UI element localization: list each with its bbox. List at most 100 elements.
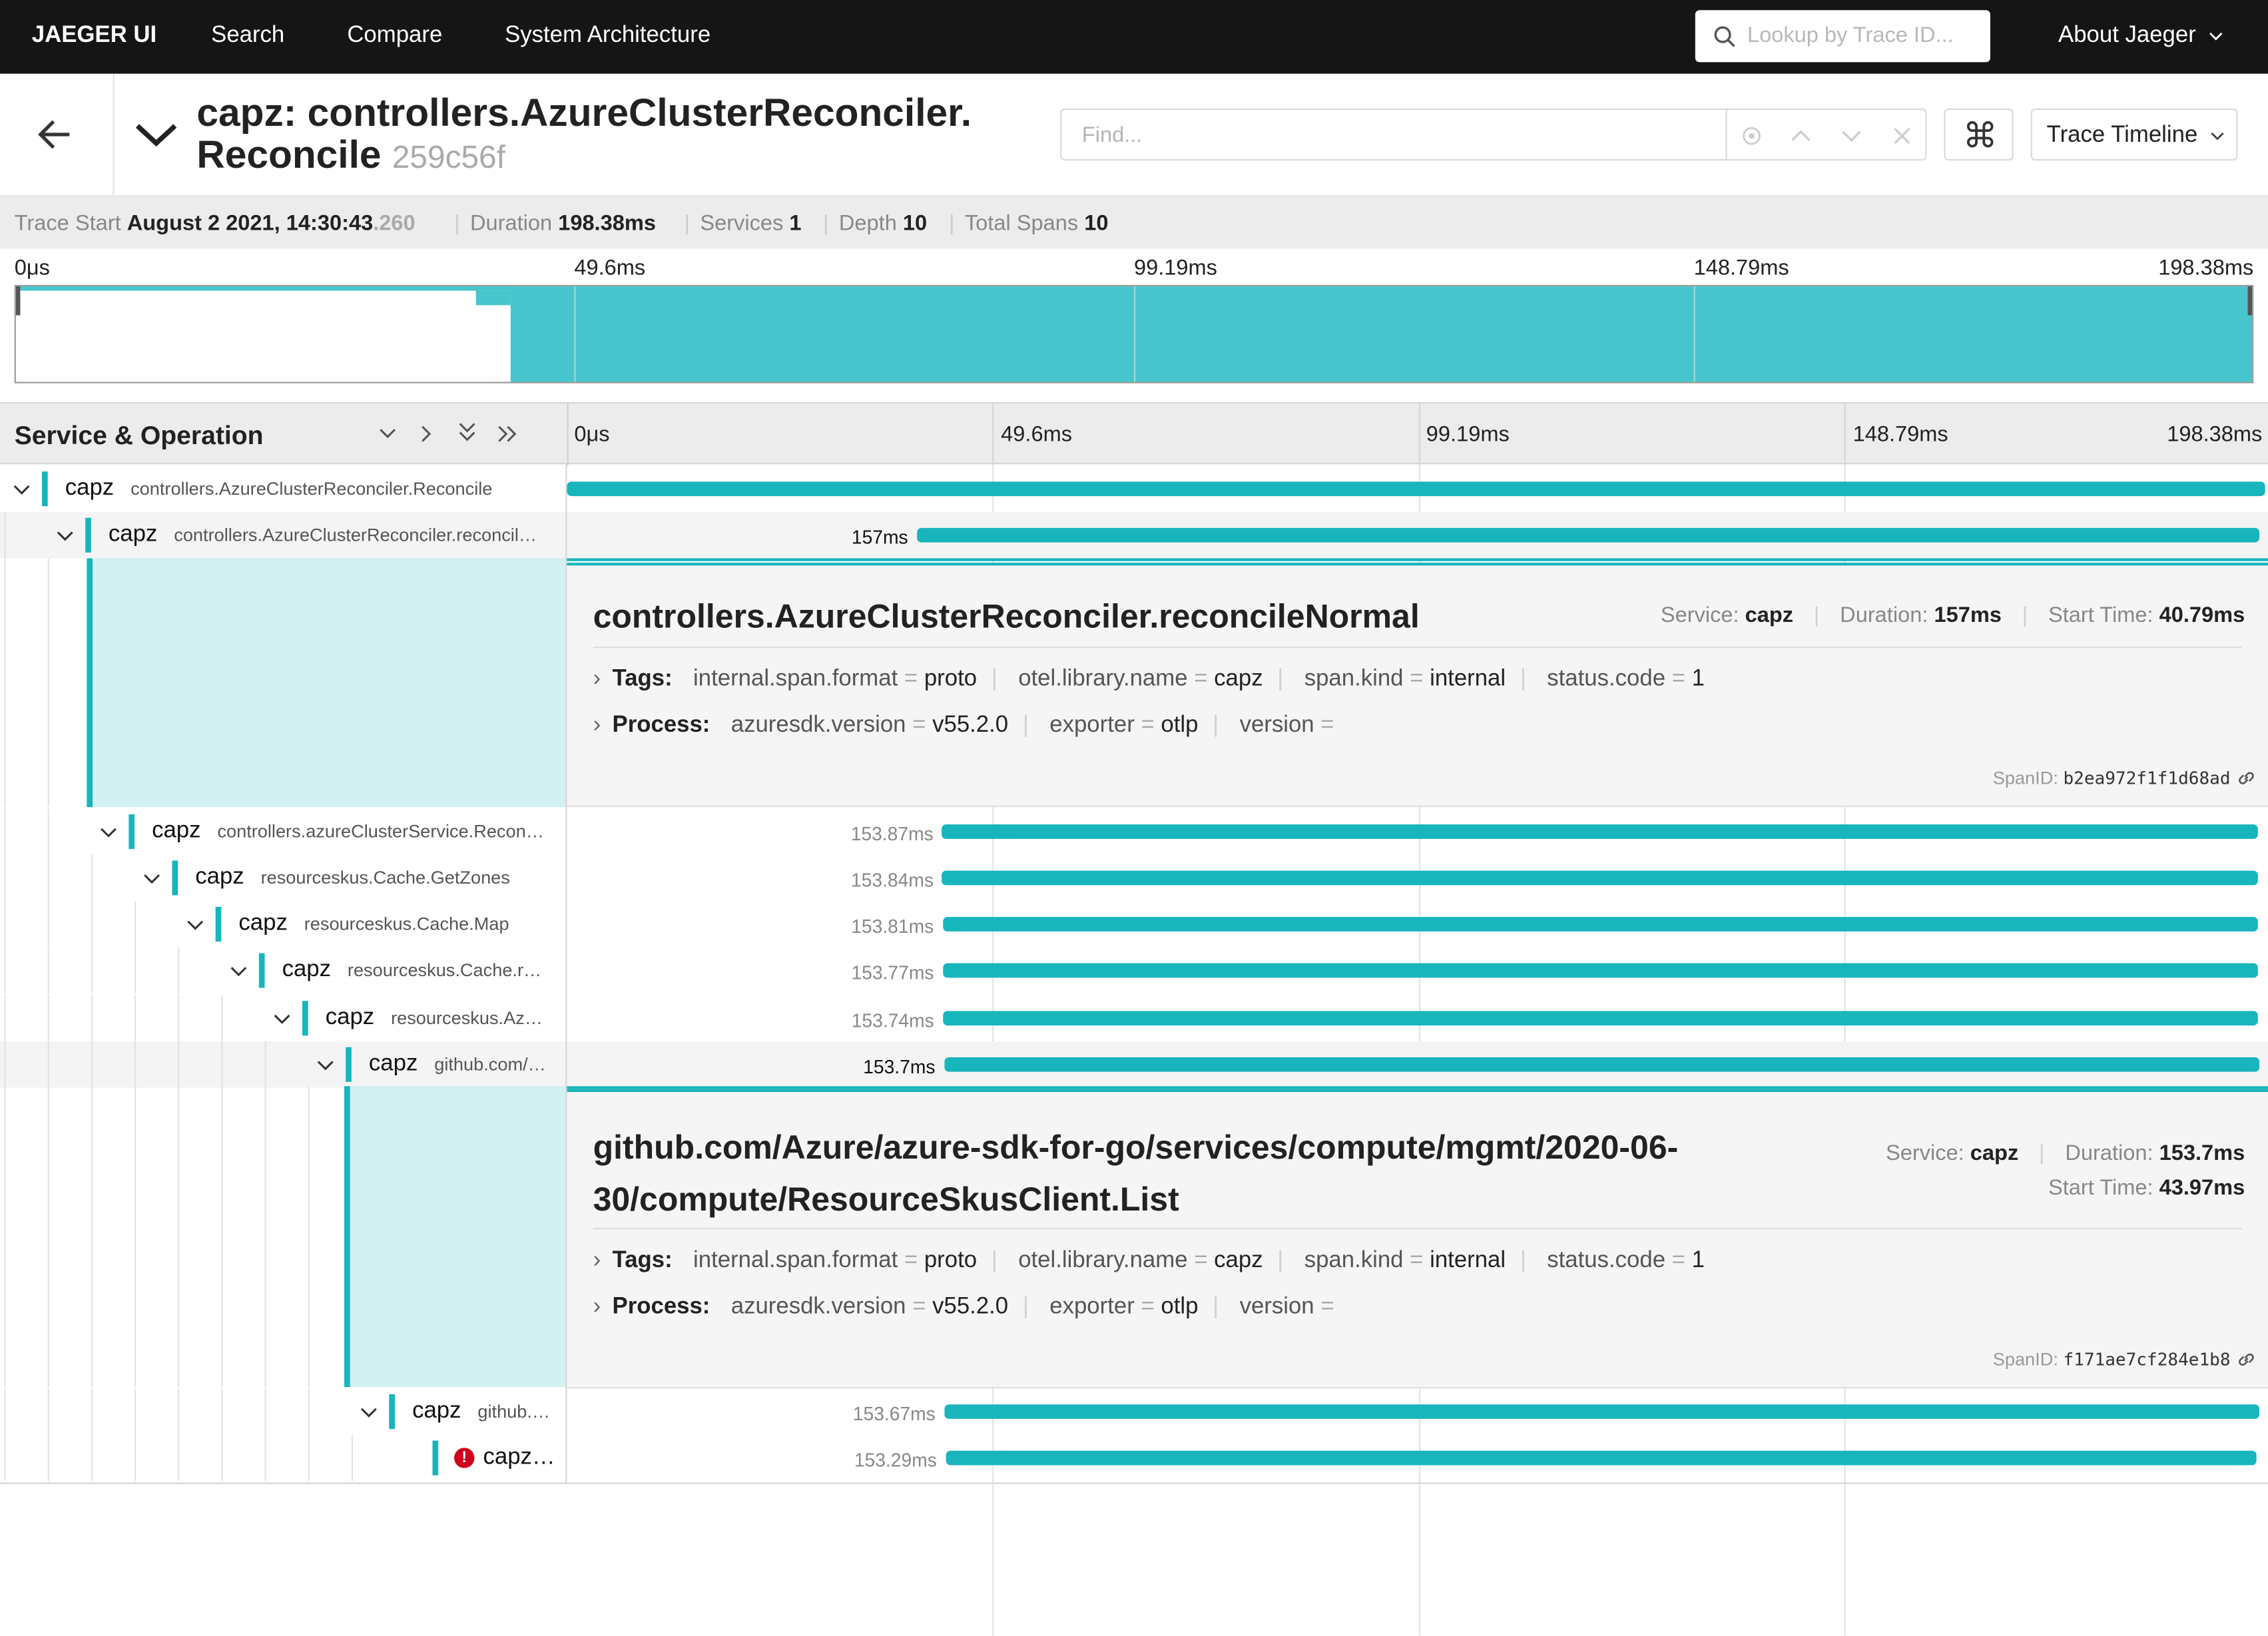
span-service: capz bbox=[152, 818, 201, 844]
collapse-span-chevron-icon[interactable] bbox=[100, 826, 117, 840]
span-row[interactable]: capz github.com/… 153.7ms bbox=[0, 1041, 2268, 1088]
collapse-span-chevron-icon[interactable] bbox=[13, 483, 31, 498]
link-icon[interactable] bbox=[2236, 768, 2256, 788]
span-bar[interactable] bbox=[916, 527, 2260, 543]
process-value: v55.2.0 bbox=[932, 712, 1009, 738]
span-service: capz bbox=[108, 522, 158, 547]
detail-start-value: 43.97ms bbox=[2159, 1175, 2245, 1201]
tree-guide-line bbox=[178, 947, 180, 994]
process-key: exporter bbox=[1049, 1294, 1135, 1320]
span-bar[interactable] bbox=[942, 963, 2259, 978]
span-bar[interactable] bbox=[942, 824, 2259, 839]
link-icon[interactable] bbox=[2236, 1350, 2256, 1370]
tree-guide-line bbox=[47, 1086, 49, 1388]
tree-guide-line bbox=[47, 854, 49, 902]
span-service: capz bbox=[412, 1398, 461, 1424]
collapse-span-chevron-icon[interactable] bbox=[274, 1013, 291, 1027]
collapse-span-chevron-icon[interactable] bbox=[57, 529, 74, 544]
span-bar[interactable] bbox=[944, 1057, 2259, 1072]
collapse-span-chevron-icon[interactable] bbox=[317, 1059, 334, 1073]
span-duration-label: 153.74ms bbox=[851, 1009, 934, 1031]
tree-guide-line bbox=[91, 1041, 93, 1088]
span-bar[interactable] bbox=[942, 870, 2259, 886]
overview-divider: | bbox=[2039, 1141, 2045, 1166]
span-detail-operation: github.com/Azure/azure-sdk-for-go/servic… bbox=[593, 1121, 1679, 1225]
span-duration-label: 153.67ms bbox=[852, 1403, 936, 1425]
tree-guide-line bbox=[4, 947, 6, 994]
span-name[interactable]: capz controllers.azureClusterService.Rec… bbox=[152, 818, 561, 844]
detail-start-label: Start Time: bbox=[2048, 1175, 2153, 1201]
span-detail-overview: Service: capz | Duration: 153.7ms bbox=[1886, 1141, 2245, 1166]
detail-top-border bbox=[567, 1089, 2268, 1093]
tree-guide-line bbox=[91, 1086, 93, 1388]
span-service: capz… bbox=[483, 1445, 555, 1470]
span-detail-indent bbox=[87, 558, 567, 808]
process-label: Process: bbox=[612, 712, 710, 738]
span-id: SpanID: f171ae7cf284e1b8 bbox=[1993, 1350, 2231, 1370]
detail-service-label: Service: bbox=[1660, 603, 1739, 628]
tree-guide-line bbox=[4, 511, 6, 559]
span-service: capz bbox=[65, 475, 115, 501]
detail-duration-value: 153.7ms bbox=[2159, 1141, 2245, 1166]
process-label: Process: bbox=[612, 1294, 710, 1320]
span-name[interactable]: capz resourceskus.Cache.Map bbox=[238, 911, 561, 937]
span-row[interactable]: capz resourceskus.Cache.Map 153.81ms bbox=[0, 901, 2268, 948]
span-name[interactable]: capz resourceskus.Az… bbox=[326, 1005, 561, 1031]
detail-service-value: capz bbox=[1745, 603, 1794, 628]
span-row[interactable]: ! capz… 153.29ms bbox=[0, 1434, 2268, 1482]
span-name[interactable]: capz resourceskus.Cache.r… bbox=[282, 957, 561, 983]
tree-guide-line bbox=[221, 1041, 223, 1088]
span-name[interactable]: capz… bbox=[483, 1445, 561, 1471]
service-color-stripe bbox=[172, 860, 178, 896]
tag-key: internal.span.format bbox=[693, 667, 898, 692]
tree-guide-line bbox=[47, 1434, 49, 1482]
span-duration-label: 153.87ms bbox=[850, 822, 934, 845]
span-bar[interactable] bbox=[942, 1011, 2259, 1026]
span-name[interactable]: capz github.com/… bbox=[369, 1051, 561, 1077]
span-row[interactable]: capz controllers.AzureClusterReconciler.… bbox=[0, 465, 2268, 512]
span-row[interactable]: capz github.… 153.67ms bbox=[0, 1388, 2268, 1435]
tree-guide-line bbox=[4, 1041, 6, 1088]
tree-guide-line bbox=[47, 1041, 49, 1088]
selected-span-underline bbox=[567, 558, 2268, 561]
tree-guide-line bbox=[221, 1434, 223, 1482]
span-bar[interactable] bbox=[944, 1404, 2259, 1419]
collapse-span-chevron-icon[interactable] bbox=[143, 872, 160, 887]
span-bar[interactable] bbox=[945, 1450, 2257, 1466]
service-color-stripe bbox=[302, 1001, 308, 1036]
span-row[interactable]: capz resourceskus.Cache.r… 153.77ms bbox=[0, 947, 2268, 994]
span-name[interactable]: capz resourceskus.Cache.GetZones bbox=[195, 865, 561, 891]
chevron-right-icon: › bbox=[593, 1294, 601, 1320]
tree-guide-line bbox=[135, 995, 137, 1041]
span-row[interactable]: capz controllers.AzureClusterReconciler.… bbox=[0, 511, 2268, 559]
tree-guide-line bbox=[135, 1086, 137, 1388]
collapse-span-chevron-icon[interactable] bbox=[230, 965, 247, 979]
span-row[interactable]: capz resourceskus.Az… 153.74ms bbox=[0, 995, 2268, 1041]
span-name[interactable]: capz controllers.AzureClusterReconciler.… bbox=[65, 476, 561, 502]
name-column-divider bbox=[565, 464, 567, 1483]
span-name[interactable]: capz github.… bbox=[412, 1399, 561, 1425]
collapse-span-chevron-icon[interactable] bbox=[186, 918, 204, 933]
detail-duration-label: Duration: bbox=[2065, 1141, 2153, 1166]
span-bar[interactable] bbox=[567, 481, 2265, 497]
tree-guide-line bbox=[91, 947, 93, 994]
process-value: otlp bbox=[1161, 712, 1199, 738]
tree-guide-line bbox=[4, 854, 6, 902]
process-section[interactable]: › Process: azuresdk.version = v55.2.0 | ex… bbox=[593, 713, 1334, 739]
process-section[interactable]: › Process: azuresdk.version = v55.2.0 | ex… bbox=[593, 1294, 1334, 1320]
collapse-span-chevron-icon[interactable] bbox=[360, 1406, 378, 1420]
span-operation: resourceskus.Cache.Map bbox=[299, 914, 509, 935]
tree-guide-line bbox=[178, 1434, 180, 1482]
tags-section[interactable]: › Tags: internal.span.format = proto | ote… bbox=[593, 667, 1705, 692]
span-row[interactable]: capz resourceskus.Cache.GetZones 153.84ms bbox=[0, 854, 2268, 902]
tags-section[interactable]: › Tags: internal.span.format = proto | ote… bbox=[593, 1248, 1705, 1274]
span-bar[interactable] bbox=[942, 917, 2259, 932]
tag-key: status.code bbox=[1547, 1248, 1666, 1273]
tree-guide-line bbox=[264, 1041, 266, 1088]
span-name[interactable]: capz controllers.AzureClusterReconciler.… bbox=[109, 522, 561, 548]
span-row[interactable]: capz controllers.azureClusterService.Rec… bbox=[0, 808, 2268, 855]
tag-key: otel.library.name bbox=[1018, 1248, 1188, 1273]
span-rows: capz controllers.AzureClusterReconciler.… bbox=[0, 0, 2268, 1636]
overview-divider: | bbox=[2022, 603, 2028, 628]
chevron-right-icon: › bbox=[593, 667, 601, 692]
